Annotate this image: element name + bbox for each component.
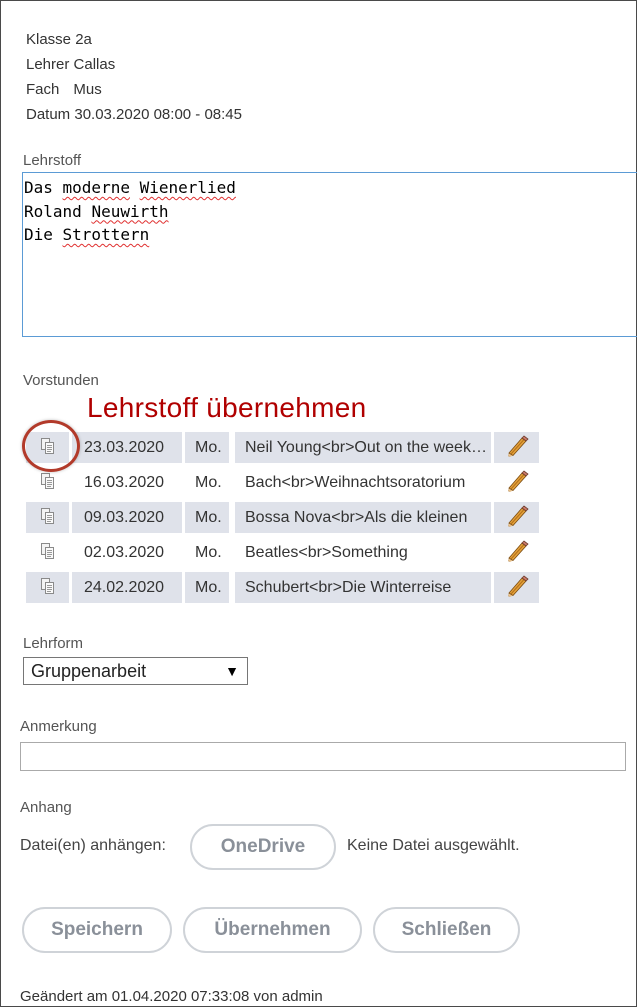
row-date: 16.03.2020 (84, 474, 165, 491)
datei-label: Datei(en) anhängen: (20, 837, 166, 854)
copy-icon (41, 543, 54, 559)
lehrer-text: Lehrer Callas (26, 56, 116, 73)
lehrform-select[interactable]: Gruppenarbeit ▼ (23, 657, 248, 685)
apply-button[interactable]: Übernehmen (183, 907, 362, 953)
row-date: 23.03.2020 (72, 432, 182, 463)
row-day: Mo. (195, 474, 222, 491)
row-day: Mo. (185, 572, 229, 603)
copy-icon (41, 508, 54, 524)
lehrstoff-textarea[interactable]: Das moderne Wienerlied Roland Neuwirth D… (22, 172, 637, 337)
onedrive-button[interactable]: OneDrive (190, 824, 336, 870)
lehrstoff-line: Roland Neuwirth (24, 201, 169, 221)
vorstunde-row: 16.03.2020 Mo. Bach<br>Weihnachtsoratorium (26, 467, 539, 498)
no-file-text: Keine Datei ausgewählt. (347, 837, 520, 854)
row-day: Mo. (195, 544, 222, 561)
edit-button[interactable] (494, 502, 539, 533)
annotation-text: Lehrstoff übernehmen (87, 392, 367, 423)
edit-button[interactable] (494, 467, 539, 498)
row-date: 02.03.2020 (84, 544, 165, 561)
copy-lehrstoff-button[interactable] (26, 537, 69, 568)
vorstunde-row: 02.03.2020 Mo. Beatles<br>Something (26, 537, 539, 568)
lehrstoff-label: Lehrstoff (23, 152, 82, 169)
vorstunde-row: 24.02.2020 Mo. Schubert<br>Die Winterreise (26, 572, 539, 603)
row-text: Beatles<br>Something (245, 544, 408, 561)
anmerkung-input[interactable] (20, 742, 626, 771)
lehrstoff-line: Die Strottern (24, 225, 150, 244)
klasse-text: Klasse 2a (26, 31, 92, 48)
pencil-icon (508, 505, 529, 527)
anhang-label: Anhang (20, 799, 72, 816)
datum-text: Datum 30.03.2020 08:00 - 08:45 (26, 106, 242, 123)
lehrform-selected: Gruppenarbeit (31, 661, 147, 681)
copy-lehrstoff-button[interactable] (26, 572, 69, 603)
anmerkung-label: Anmerkung (20, 718, 97, 735)
lehrstoff-line: Das moderne Wienerlied (24, 178, 236, 197)
lehrform-label: Lehrform (23, 635, 84, 652)
row-text: Bach<br>Weihnachtsoratorium (245, 474, 466, 491)
row-date: 09.03.2020 (72, 502, 182, 533)
close-button[interactable]: Schließen (373, 907, 520, 953)
highlight-circle (22, 420, 80, 472)
row-date: 24.02.2020 (72, 572, 182, 603)
save-button[interactable]: Speichern (22, 907, 172, 953)
footer-text: Geändert am 01.04.2020 07:33:08 von admi… (20, 988, 323, 1005)
row-day: Mo. (185, 432, 229, 463)
row-day: Mo. (185, 502, 229, 533)
pencil-icon (508, 540, 529, 562)
pencil-icon (508, 435, 529, 457)
row-text: Schubert<br>Die Winterreise (235, 572, 491, 603)
fach-label: Fach (26, 81, 60, 98)
row-text: Bossa Nova<br>Als die kleinen (235, 502, 491, 533)
dropdown-arrow-icon: ▼ (225, 663, 239, 679)
edit-button[interactable] (494, 537, 539, 568)
pencil-icon (508, 575, 529, 597)
edit-button[interactable] (494, 432, 539, 463)
copy-icon (41, 473, 54, 489)
vorstunde-row: 09.03.2020 Mo. Bossa Nova<br>Als die klein… (26, 502, 539, 533)
vorstunde-row: 23.03.2020 Mo. Neil Young<br>Out on the we… (26, 432, 539, 463)
copy-lehrstoff-button[interactable] (26, 502, 69, 533)
copy-icon (41, 578, 54, 594)
row-text: Neil Young<br>Out on the weekend (235, 432, 491, 463)
pencil-icon (508, 470, 529, 492)
vorstunden-label: Vorstunden (23, 372, 99, 389)
fach-row: Fach Mus (26, 81, 102, 98)
fach-value: Mus (73, 81, 102, 98)
edit-button[interactable] (494, 572, 539, 603)
